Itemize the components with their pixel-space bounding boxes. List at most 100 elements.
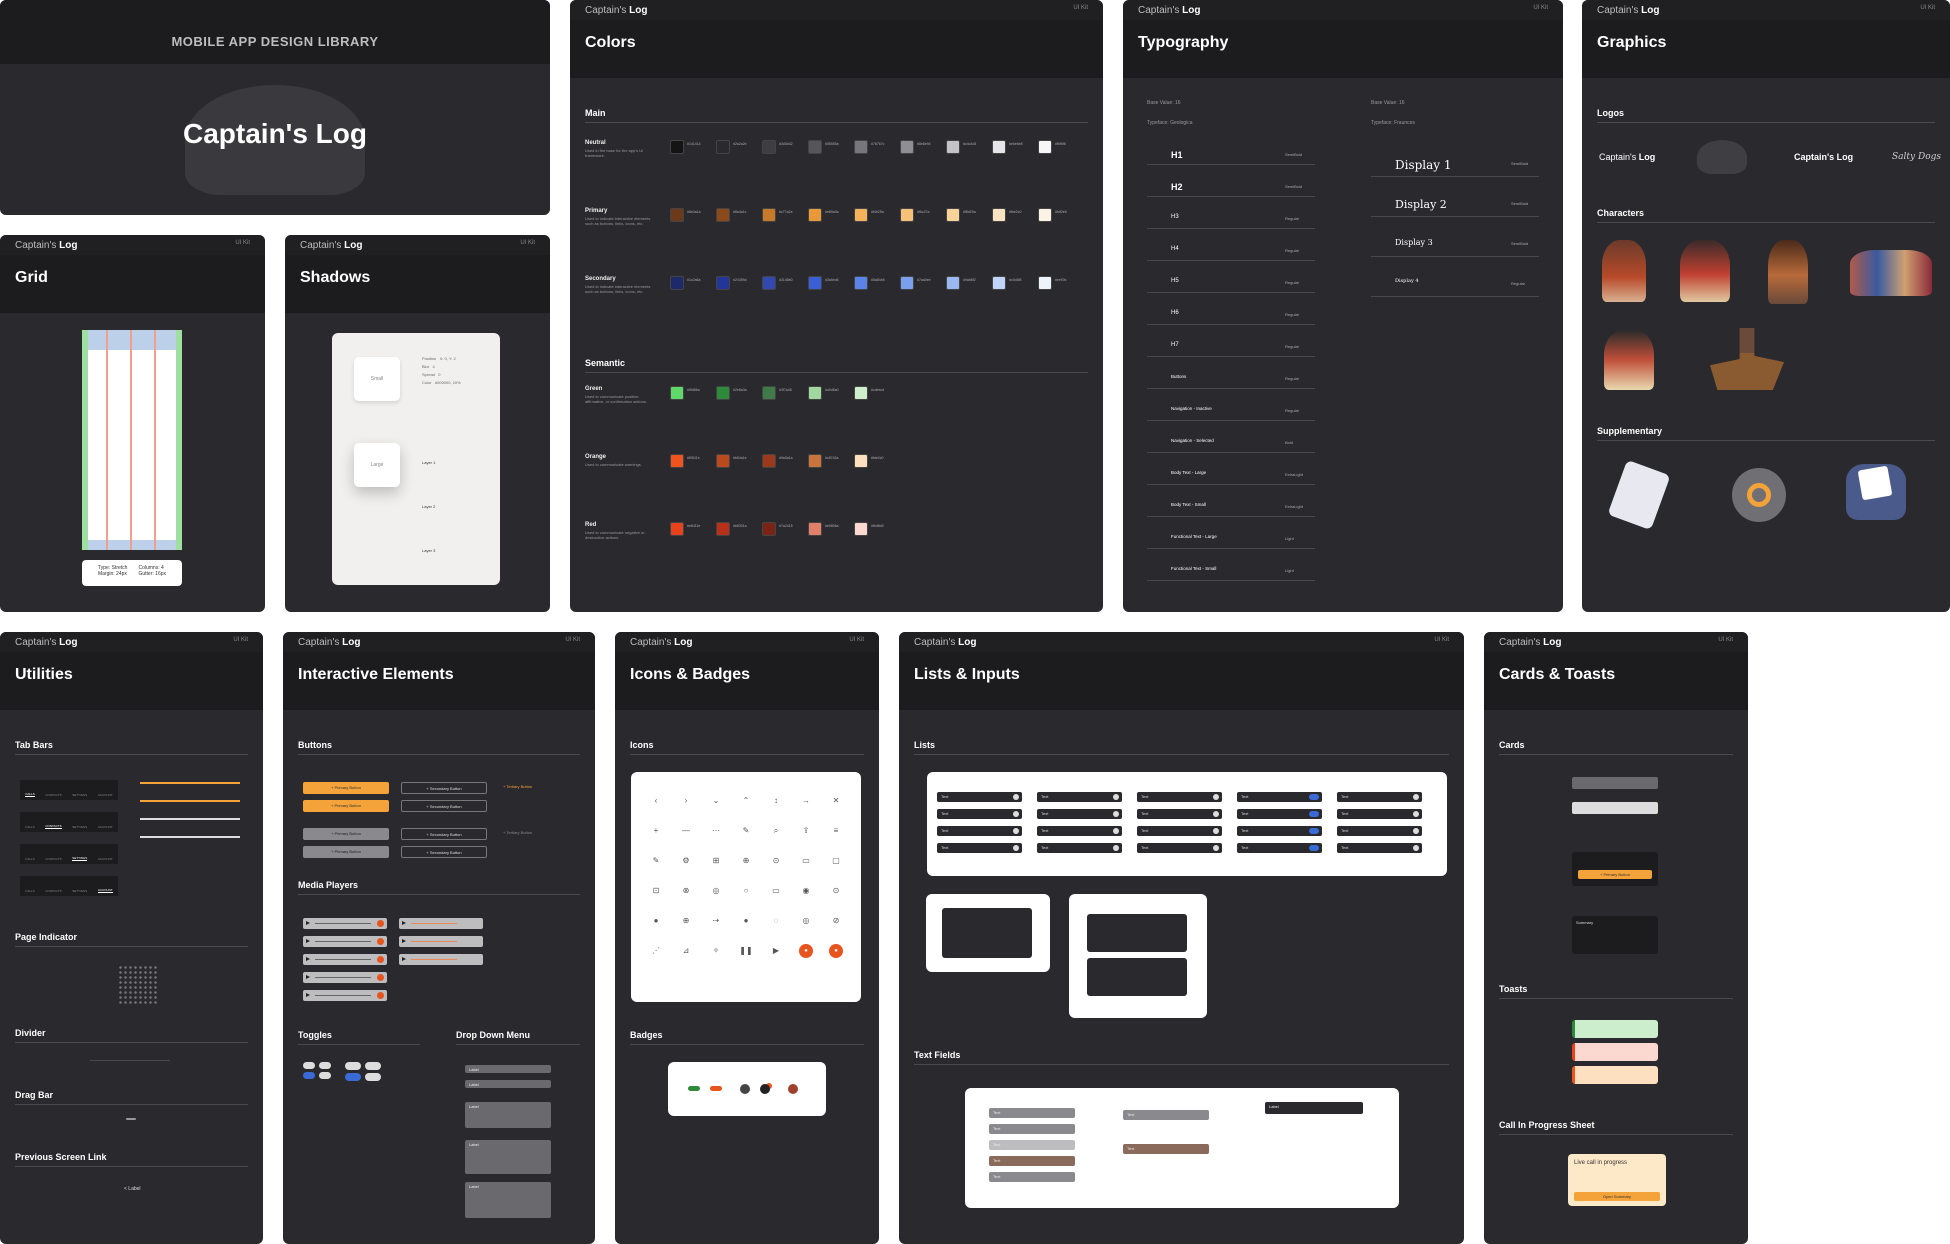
media-player[interactable] — [303, 918, 387, 929]
text-field[interactable]: Text — [989, 1172, 1075, 1182]
list-item[interactable]: Text — [1037, 809, 1122, 819]
tab-item[interactable]: SETTINGS — [72, 856, 88, 861]
toggle-icon[interactable] — [1309, 811, 1319, 817]
primary-button[interactable]: + Primary Button — [1578, 870, 1652, 879]
chevron-up-icon[interactable]: ⌃ — [739, 794, 753, 808]
back-link[interactable]: < Label — [124, 1186, 141, 1192]
secondary-button[interactable]: + Secondary Button — [401, 846, 487, 858]
signal-icon[interactable]: ⋰ — [649, 944, 663, 958]
radio-icon[interactable] — [1113, 794, 1119, 800]
primary-button[interactable]: + Primary Button — [303, 782, 389, 794]
list-item[interactable]: Text — [1337, 809, 1422, 819]
radio-icon[interactable] — [1013, 811, 1019, 817]
media-player[interactable] — [399, 936, 483, 947]
radio-icon[interactable] — [1113, 845, 1119, 851]
progress-track[interactable] — [411, 959, 457, 960]
primary-button[interactable]: + Primary Button — [303, 800, 389, 812]
play-icon[interactable] — [306, 975, 310, 979]
play-icon[interactable] — [306, 939, 310, 943]
list-item[interactable]: Text — [1137, 792, 1222, 802]
media-player[interactable] — [303, 936, 387, 947]
focus-icon[interactable]: ⊙ — [829, 884, 843, 898]
message-icon[interactable]: ▭ — [799, 854, 813, 868]
secondary-button[interactable]: + Secondary Button — [401, 782, 487, 794]
tab-item[interactable]: CONTACTS — [45, 889, 61, 893]
progress-track[interactable] — [315, 995, 371, 996]
minus-icon[interactable]: — — [679, 824, 693, 838]
media-player[interactable] — [399, 954, 483, 965]
list-item[interactable]: Text — [1137, 843, 1222, 853]
play-icon[interactable] — [402, 939, 406, 943]
card-sample-2[interactable] — [1572, 802, 1658, 814]
eye-icon[interactable]: ◎ — [799, 914, 813, 928]
radio-icon[interactable] — [1213, 794, 1219, 800]
tab-bar[interactable]: CALLS CONTACTS SETTINGS ACCOUNT — [20, 812, 118, 832]
tab-bar[interactable]: CALLS CONTACTS SETTINGS ACCOUNT — [20, 876, 118, 896]
radio-icon[interactable] — [1413, 845, 1419, 851]
tab-item[interactable]: CONTACTS — [45, 857, 61, 861]
summary-card[interactable]: Summary — [1572, 916, 1658, 954]
media-player[interactable] — [303, 990, 387, 1001]
chevron-down-icon[interactable]: ⌄ — [709, 794, 723, 808]
target-icon[interactable]: ⊙ — [769, 854, 783, 868]
search-field[interactable]: Label — [1265, 1102, 1363, 1114]
list-item[interactable]: Text — [937, 826, 1022, 836]
list-item[interactable]: Text — [1337, 792, 1422, 802]
card-sample-1[interactable] — [1572, 777, 1658, 789]
tab-item[interactable]: ACCOUNT — [98, 857, 113, 861]
list-item[interactable]: Text — [1237, 843, 1322, 853]
search-icon[interactable]: ⌕ — [769, 824, 783, 838]
primary-button[interactable]: + Primary Button — [303, 846, 389, 858]
progress-track[interactable] — [315, 923, 371, 924]
play-icon[interactable] — [402, 921, 406, 925]
circle-icon[interactable]: ○ — [739, 884, 753, 898]
settings-icon[interactable]: ⚙ — [679, 854, 693, 868]
record-icon[interactable]: ◉ — [799, 884, 813, 898]
record-icon[interactable] — [377, 956, 384, 963]
progress-track[interactable] — [315, 959, 371, 960]
cancel-icon[interactable]: ⊗ — [679, 884, 693, 898]
loading-icon[interactable]: ◌ — [769, 914, 783, 928]
progress-track[interactable] — [411, 923, 457, 924]
plus-circle-icon[interactable]: ⊕ — [679, 914, 693, 928]
secondary-button[interactable]: + Secondary Button — [401, 800, 487, 812]
list-item[interactable]: Text — [1237, 792, 1322, 802]
list-item[interactable]: Text — [937, 809, 1022, 819]
tab-item[interactable]: CALLS — [25, 792, 35, 797]
tab-item[interactable]: ACCOUNT — [98, 825, 113, 829]
text-field[interactable]: Text — [989, 1108, 1075, 1118]
tab-item[interactable]: CALLS — [25, 889, 35, 893]
frame-icon[interactable]: ⊡ — [649, 884, 663, 898]
record-icon[interactable] — [377, 938, 384, 945]
tab-item[interactable]: CONTACTS — [45, 824, 62, 829]
tab-item[interactable]: CALLS — [25, 857, 35, 861]
tab-item[interactable]: CALLS — [25, 825, 35, 829]
play-icon[interactable] — [306, 921, 310, 925]
add-icon[interactable]: + — [649, 824, 663, 838]
radio-icon[interactable] — [1113, 828, 1119, 834]
sparkle-icon[interactable]: ✧ — [709, 944, 723, 958]
chevron-left-icon[interactable]: ‹ — [649, 794, 663, 808]
list-item[interactable]: Text — [1237, 826, 1322, 836]
tab-item[interactable]: ACCOUNT — [97, 888, 113, 893]
dropdown-menu[interactable]: Label — [465, 1140, 551, 1174]
media-player[interactable] — [399, 918, 483, 929]
tab-bar[interactable]: CALLS CONTACTS SETTINGS ACCOUNT — [20, 844, 118, 864]
toggle-group[interactable] — [303, 1062, 383, 1084]
card-icon[interactable]: ▭ — [769, 884, 783, 898]
tertiary-button[interactable]: + Tertiary Button — [503, 784, 532, 789]
list-item[interactable]: Text — [937, 792, 1022, 802]
radio-icon[interactable] — [1413, 794, 1419, 800]
list-item[interactable]: Text — [1337, 826, 1422, 836]
play-icon[interactable] — [402, 957, 406, 961]
list-item[interactable]: Text — [1137, 809, 1222, 819]
square-icon[interactable]: ▢ — [829, 854, 843, 868]
text-field[interactable]: Text — [989, 1140, 1075, 1150]
radio-icon[interactable] — [1413, 828, 1419, 834]
drag-bar-handle[interactable] — [126, 1118, 136, 1120]
text-field[interactable]: Text — [989, 1156, 1075, 1166]
arrow-right-icon[interactable]: → — [799, 794, 813, 808]
dropdown-menu[interactable]: Label — [465, 1080, 551, 1088]
dot-icon[interactable]: ● — [649, 914, 663, 928]
upload-icon[interactable]: ⇪ — [799, 824, 813, 838]
